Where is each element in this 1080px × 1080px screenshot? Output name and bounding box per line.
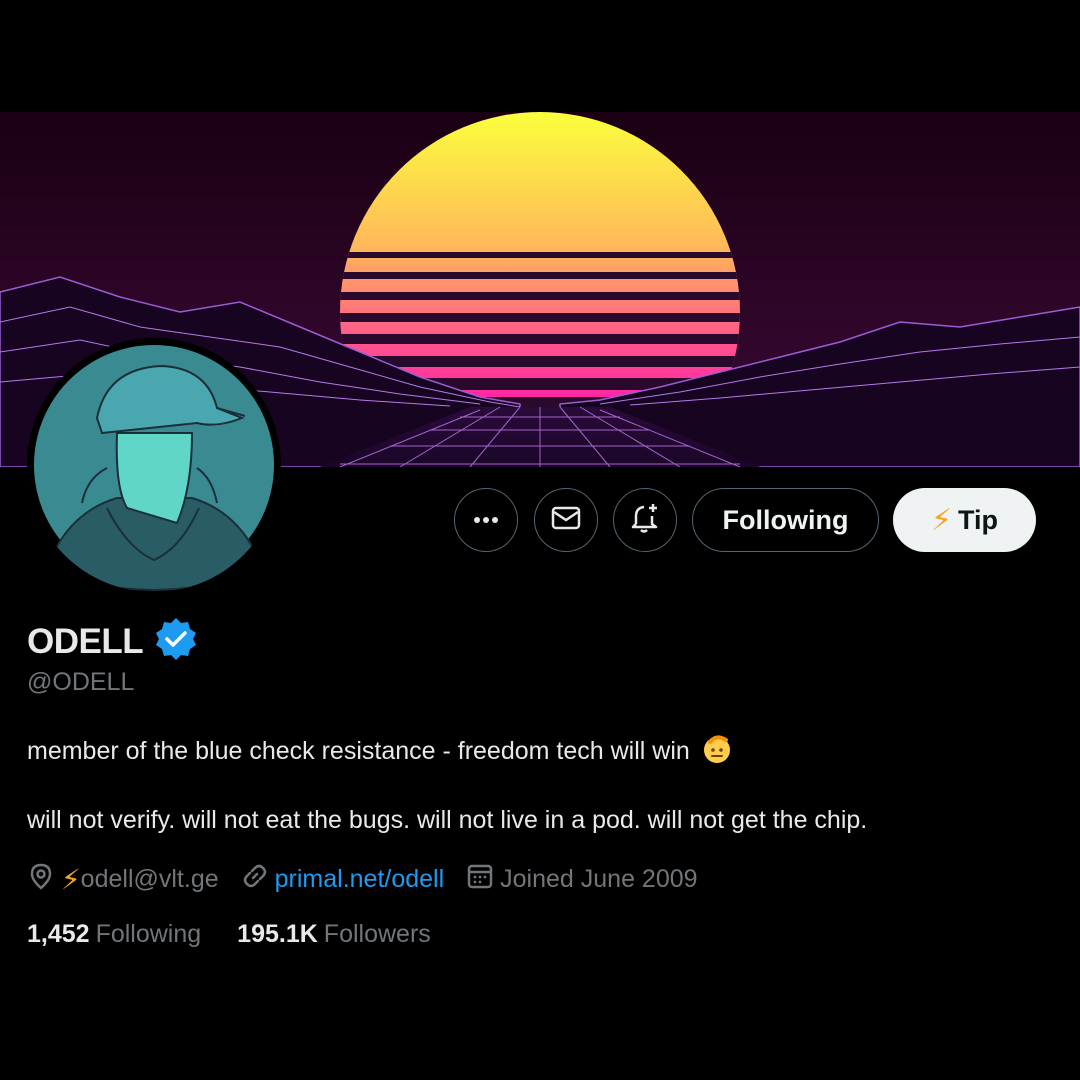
location-text: odell@vlt.ge bbox=[80, 865, 219, 893]
profile-stats: 1,452 Following 195.1K Followers bbox=[27, 920, 467, 949]
saluting-face-emoji-icon bbox=[700, 732, 732, 771]
location-item: ⚡ odell@vlt.ge bbox=[27, 862, 219, 897]
notifications-button[interactable] bbox=[613, 488, 677, 552]
bio-line-1-text: member of the blue check resistance - fr… bbox=[27, 737, 690, 765]
bell-plus-icon bbox=[630, 502, 660, 539]
profile-handle: @ODELL bbox=[27, 668, 135, 696]
followers-stat[interactable]: 195.1K Followers bbox=[237, 920, 431, 949]
location-pin-icon bbox=[27, 862, 55, 897]
following-button[interactable]: Following bbox=[692, 488, 879, 552]
envelope-icon bbox=[551, 505, 581, 536]
more-dots-icon bbox=[473, 511, 499, 529]
message-button[interactable] bbox=[534, 488, 598, 552]
link-icon bbox=[241, 862, 269, 897]
following-button-label: Following bbox=[722, 504, 849, 535]
calendar-icon bbox=[466, 862, 494, 897]
bio-line-1: member of the blue check resistance - fr… bbox=[27, 732, 732, 771]
location-bolt: ⚡ bbox=[61, 864, 81, 895]
followers-count: 195.1K bbox=[237, 920, 318, 948]
tip-button[interactable]: ⚡ Tip bbox=[893, 488, 1036, 552]
profile-name-row: ODELL bbox=[27, 616, 199, 667]
joined-text: Joined June 2009 bbox=[500, 865, 698, 893]
tip-button-label: Tip bbox=[958, 504, 999, 535]
followers-label: Followers bbox=[323, 920, 431, 948]
bio-line-2: will not verify. will not eat the bugs. … bbox=[27, 806, 868, 834]
joined-item: Joined June 2009 bbox=[466, 862, 698, 897]
profile-meta-row: ⚡ odell@vlt.ge primal.net/odell Joined J… bbox=[27, 862, 720, 897]
following-count: 1,452 bbox=[27, 920, 90, 948]
more-button[interactable] bbox=[454, 488, 518, 552]
following-stat[interactable]: 1,452 Following bbox=[27, 920, 201, 949]
verified-badge-icon[interactable] bbox=[153, 616, 199, 667]
lightning-bolt-icon: ⚡ bbox=[930, 503, 953, 537]
display-name: ODELL bbox=[27, 621, 144, 661]
website-link[interactable]: primal.net/odell bbox=[275, 865, 445, 894]
profile-actions: Following ⚡ Tip bbox=[0, 488, 1080, 554]
website-item: primal.net/odell bbox=[241, 862, 445, 897]
following-label: Following bbox=[95, 920, 202, 948]
